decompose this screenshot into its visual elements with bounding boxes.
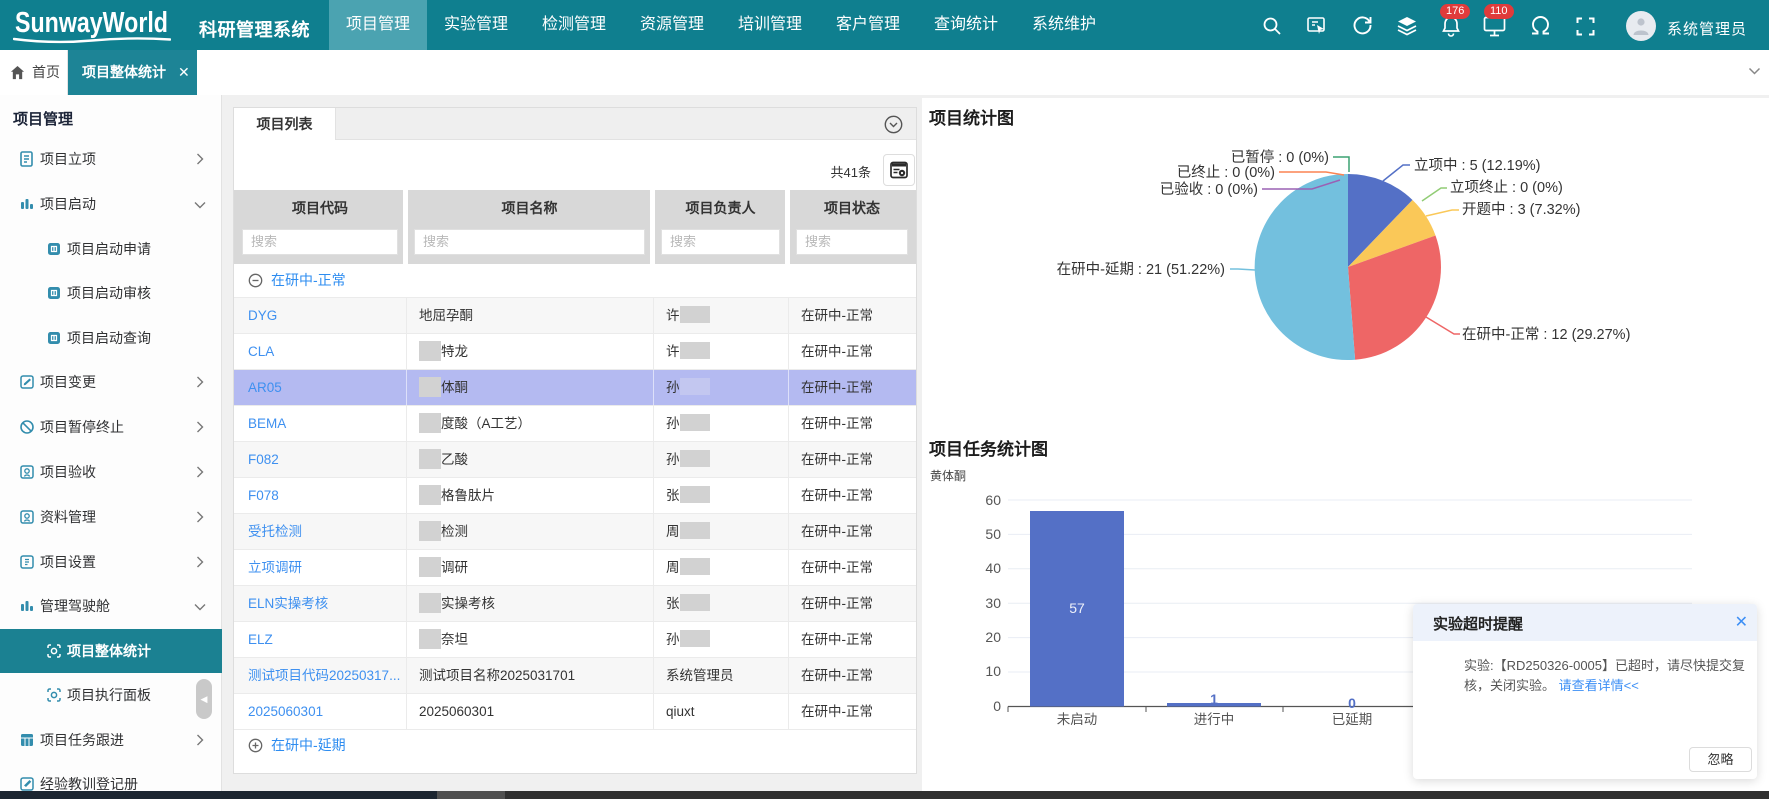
svg-text:57: 57	[1069, 600, 1085, 616]
svg-text:开题中 : 3 (7.32%): 开题中 : 3 (7.32%)	[1462, 201, 1580, 218]
svg-text:进行中: 进行中	[1194, 712, 1235, 727]
svg-text:已延期: 已延期	[1332, 712, 1373, 727]
svg-text:已验收 : 0 (0%): 已验收 : 0 (0%)	[1160, 181, 1258, 198]
svg-text:10: 10	[985, 663, 1001, 679]
svg-text:已终止 : 0 (0%): 已终止 : 0 (0%)	[1177, 164, 1275, 181]
svg-text:在研中-延期 : 21 (51.22%): 在研中-延期 : 21 (51.22%)	[1057, 261, 1225, 278]
svg-text:20: 20	[985, 629, 1001, 645]
svg-text:立项终止 : 0 (0%): 立项终止 : 0 (0%)	[1450, 179, 1563, 196]
svg-text:30: 30	[985, 595, 1001, 611]
svg-text:0: 0	[993, 698, 1001, 714]
svg-text:40: 40	[985, 560, 1001, 576]
svg-text:未启动: 未启动	[1057, 712, 1098, 727]
svg-text:1: 1	[1210, 691, 1218, 707]
svg-text:已暂停 : 0 (0%): 已暂停 : 0 (0%)	[1231, 149, 1329, 166]
svg-text:60: 60	[985, 492, 1001, 508]
svg-text:0: 0	[1348, 695, 1356, 711]
svg-text:在研中-正常 : 12 (29.27%): 在研中-正常 : 12 (29.27%)	[1462, 326, 1630, 343]
svg-text:50: 50	[985, 526, 1001, 542]
svg-text:立项中 : 5 (12.19%): 立项中 : 5 (12.19%)	[1414, 157, 1541, 174]
